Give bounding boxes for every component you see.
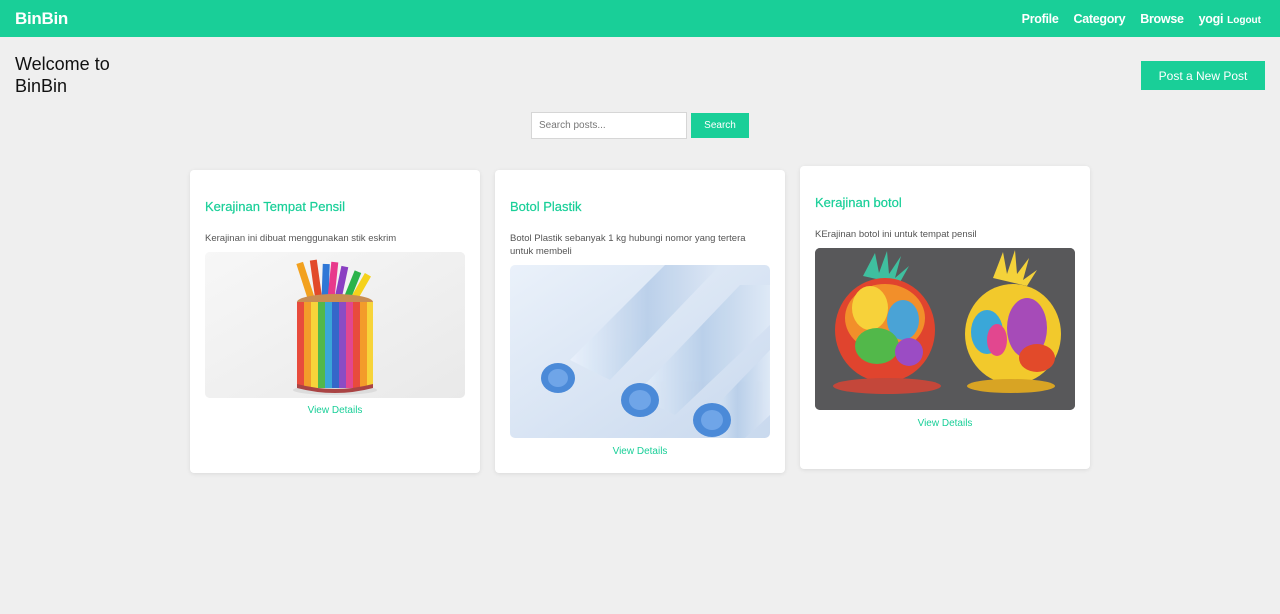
post-title[interactable]: Kerajinan botol (815, 195, 902, 210)
post-image (510, 265, 770, 438)
search-input[interactable] (531, 112, 687, 139)
nav-links: Profile Category Browse yogi Logout (1022, 12, 1265, 26)
post-description: Botol Plastik sebanyak 1 kg hubungi nomo… (510, 233, 746, 257)
view-details-link[interactable]: View Details (495, 446, 785, 457)
post-card: Kerajinan Tempat Pensil Kerajinan ini di… (190, 170, 480, 473)
view-details-link[interactable]: View Details (800, 418, 1090, 429)
plastic-bottles-image (510, 265, 770, 438)
post-description: KErajinan botol ini untuk tempat pensil (815, 229, 977, 240)
origami-pineapple-image (815, 248, 1075, 410)
post-image (815, 248, 1075, 410)
pencil-holder-image (205, 252, 465, 398)
search-button[interactable]: Search (691, 113, 749, 138)
nav-user-area: yogi Logout (1199, 12, 1261, 26)
post-image (205, 252, 465, 398)
nav-browse-link[interactable]: Browse (1140, 12, 1184, 26)
brand-logo[interactable]: BinBin (15, 9, 68, 29)
nav-logout-link[interactable]: Logout (1227, 15, 1261, 26)
nav-profile-link[interactable]: Profile (1022, 12, 1059, 26)
top-navbar: BinBin Profile Category Browse yogi Logo… (0, 0, 1280, 37)
page-title: Welcome to BinBin (15, 54, 110, 96)
post-card: Kerajinan botol KErajinan botol ini untu… (800, 166, 1090, 469)
nav-username[interactable]: yogi (1199, 12, 1224, 26)
post-description: Kerajinan ini dibuat menggunakan stik es… (205, 233, 397, 244)
view-details-link[interactable]: View Details (190, 405, 480, 416)
post-title[interactable]: Kerajinan Tempat Pensil (205, 199, 345, 214)
nav-category-link[interactable]: Category (1073, 12, 1125, 26)
post-title[interactable]: Botol Plastik (510, 199, 582, 214)
post-new-post-button[interactable]: Post a New Post (1141, 61, 1265, 90)
post-card: Botol Plastik Botol Plastik sebanyak 1 k… (495, 170, 785, 473)
